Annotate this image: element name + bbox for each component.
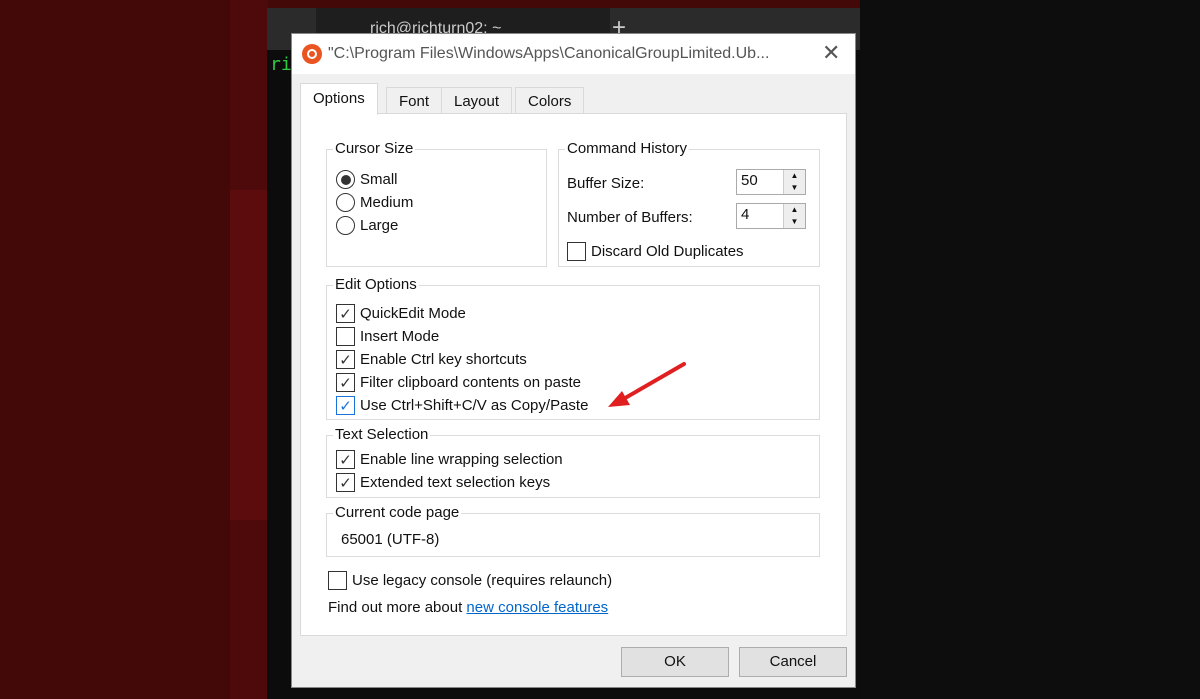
command-history-group: Command History Buffer Size: 50 ▲ ▼ Number… — [558, 140, 820, 267]
tab-font[interactable]: Font — [386, 87, 443, 114]
extended-selection-keys-checkbox[interactable]: ✓ Extended text selection keys — [336, 473, 550, 492]
checkbox[interactable]: ✓ — [336, 450, 355, 469]
tab-layout[interactable]: Layout — [441, 87, 513, 114]
insert-mode-checkbox[interactable]: Insert Mode — [336, 327, 439, 346]
checkbox-label: Use legacy console (requires relaunch) — [352, 572, 613, 589]
title-bar: "C:\Program Files\WindowsApps\CanonicalG… — [292, 34, 855, 74]
checkbox-label: Use Ctrl+Shift+C/V as Copy/Paste — [360, 397, 589, 414]
ok-button[interactable]: OK — [621, 647, 729, 677]
checkbox[interactable]: ✓ — [336, 473, 355, 492]
line-wrap-selection-checkbox[interactable]: ✓ Enable line wrapping selection — [336, 450, 563, 469]
radio-medium[interactable]: Medium — [336, 193, 413, 212]
tab-options[interactable]: Options — [300, 83, 378, 115]
radio-large[interactable]: Large — [336, 216, 398, 235]
radio-label: Small — [360, 171, 398, 188]
find-more-label: Find out more about — [328, 599, 467, 616]
text-selection-group: Text Selection ✓ Enable line wrapping sel… — [326, 426, 820, 498]
checkbox-label: Insert Mode — [360, 328, 440, 345]
radio-small[interactable]: Small — [336, 170, 398, 189]
discard-duplicates-checkbox[interactable]: Discard Old Duplicates — [567, 242, 744, 261]
radio-label: Large — [360, 217, 399, 234]
group-label: Text Selection — [333, 426, 431, 443]
ubuntu-icon — [302, 44, 322, 64]
group-label: Command History — [565, 140, 690, 157]
code-page-value: 65001 (UTF-8) — [341, 531, 440, 548]
quickedit-checkbox[interactable]: ✓ QuickEdit Mode — [336, 304, 466, 323]
cancel-button[interactable]: Cancel — [739, 647, 847, 677]
spin-down-icon[interactable]: ▼ — [784, 182, 805, 194]
checkbox-label: QuickEdit Mode — [360, 305, 466, 322]
properties-dialog: "C:\Program Files\WindowsApps\CanonicalG… — [291, 33, 856, 688]
cursor-size-group: Cursor Size Small Medium Large — [326, 140, 547, 267]
group-label: Current code page — [333, 504, 462, 521]
checkbox-label: Discard Old Duplicates — [591, 243, 744, 260]
checkbox[interactable]: ✓ — [336, 373, 355, 392]
terminal-prompt: ri — [270, 54, 292, 75]
new-console-features-link[interactable]: new console features — [466, 599, 608, 616]
checkbox-label: Extended text selection keys — [360, 474, 551, 491]
red-arrow-annotation — [608, 362, 686, 407]
arrow-shaft — [618, 362, 686, 403]
code-page-group: Current code page 65001 (UTF-8) — [326, 504, 820, 557]
legacy-console-checkbox[interactable]: Use legacy console (requires relaunch) — [328, 571, 612, 590]
checkbox-label: Enable Ctrl key shortcuts — [360, 351, 527, 368]
group-label: Cursor Size — [333, 140, 416, 157]
spin-down-icon[interactable]: ▼ — [784, 216, 805, 228]
radio-label: Medium — [360, 194, 414, 211]
num-buffers-input[interactable]: 4 — [737, 204, 783, 228]
background-dark — [860, 0, 1200, 699]
close-icon[interactable]: ✕ — [822, 40, 840, 66]
checkbox[interactable]: ✓ — [336, 304, 355, 323]
ctrl-shortcuts-checkbox[interactable]: ✓ Enable Ctrl key shortcuts — [336, 350, 527, 369]
radio-button[interactable] — [336, 193, 355, 212]
radio-button[interactable] — [336, 216, 355, 235]
spin-up-icon[interactable]: ▲ — [784, 204, 805, 216]
checkbox[interactable] — [336, 327, 355, 346]
dialog-title: "C:\Program Files\WindowsApps\CanonicalG… — [328, 45, 770, 62]
buffer-size-input[interactable]: 50 — [737, 170, 783, 194]
background — [230, 190, 268, 520]
ctrl-shift-cv-checkbox[interactable]: ✓ Use Ctrl+Shift+C/V as Copy/Paste — [336, 396, 588, 415]
radio-button[interactable] — [336, 170, 355, 189]
tab-colors[interactable]: Colors — [515, 87, 585, 114]
find-more-text: Find out more about new console features — [328, 599, 608, 616]
checkbox-label: Filter clipboard contents on paste — [360, 374, 581, 391]
checkbox[interactable]: ✓ — [336, 396, 355, 415]
checkbox[interactable]: ✓ — [336, 350, 355, 369]
num-buffers-spinner[interactable]: 4 ▲ ▼ — [736, 203, 806, 229]
group-label: Edit Options — [333, 276, 419, 293]
checkbox[interactable] — [567, 242, 586, 261]
checkbox-label: Enable line wrapping selection — [360, 451, 563, 468]
checkbox[interactable] — [328, 571, 347, 590]
edit-options-group: Edit Options ✓ QuickEdit Mode Insert Mode… — [326, 276, 820, 420]
num-buffers-label: Number of Buffers: — [567, 209, 693, 226]
spin-up-icon[interactable]: ▲ — [784, 170, 805, 182]
buffer-size-spinner[interactable]: 50 ▲ ▼ — [736, 169, 806, 195]
buffer-size-label: Buffer Size: — [567, 175, 645, 192]
filter-clipboard-checkbox[interactable]: ✓ Filter clipboard contents on paste — [336, 373, 581, 392]
